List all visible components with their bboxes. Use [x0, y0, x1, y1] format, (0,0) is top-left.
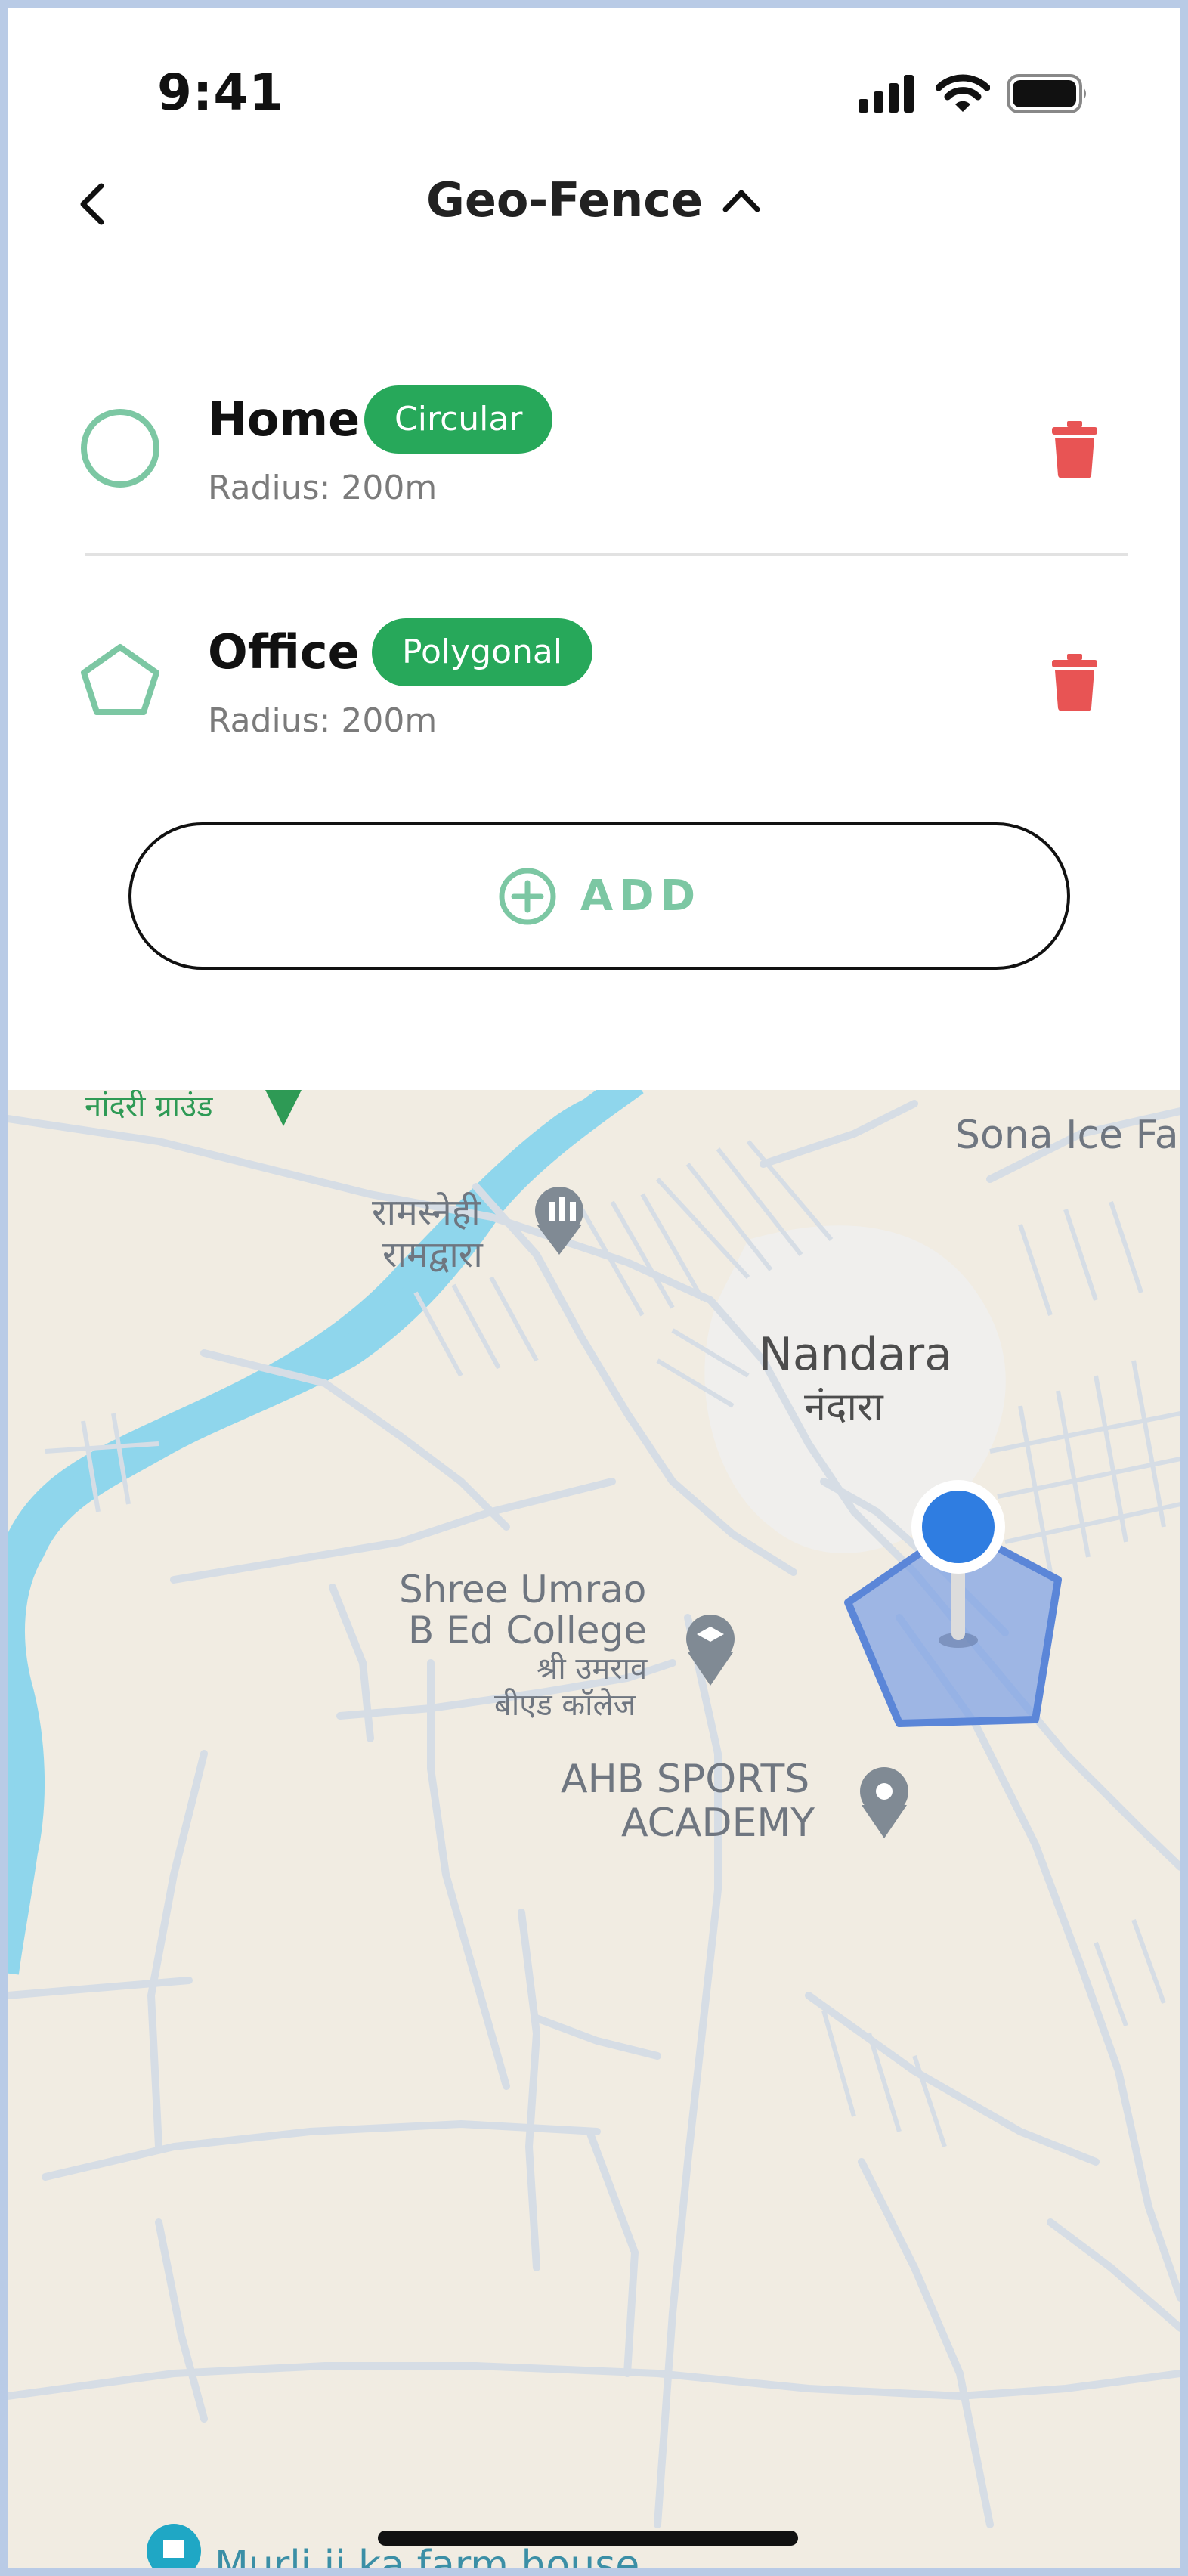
map-label-college-hindi: श्री उमराव [537, 1652, 648, 1686]
map-label-farmhouse: Murli ji ka farm house [215, 2543, 640, 2568]
map-label-academy: AHB SPORTS [561, 1757, 810, 1802]
map-label-college-2: B Ed College [408, 1608, 647, 1652]
map-label-nandara: Nandara [759, 1328, 952, 1381]
map-label-nandara-hindi: नंदारा [804, 1385, 883, 1430]
home-indicator[interactable] [378, 2531, 798, 2546]
header: Geo-Fence [8, 159, 1180, 249]
map-label-ground: नांदरी ग्राउंड [85, 1089, 213, 1124]
status-time: 9:41 [157, 63, 285, 122]
delete-button[interactable] [1037, 641, 1112, 724]
trash-icon [1052, 654, 1097, 711]
map-label-college-hindi-2: बीएड कॉलेज [494, 1688, 636, 1723]
pentagon-icon [81, 644, 159, 715]
chevron-up-icon [722, 190, 760, 212]
geofence-radius: Radius: 200m [208, 701, 438, 740]
circle-icon [81, 409, 159, 488]
map-label-ramdwara: रामद्वारा [382, 1234, 483, 1276]
map-label-college: Shree Umrao [399, 1568, 647, 1612]
page-title: Geo-Fence [425, 172, 704, 228]
geofence-name: Home [208, 392, 360, 447]
status-bar: 9:41 [8, 8, 1180, 136]
geofence-item-office[interactable]: Office Polygonal Radius: 200m [8, 596, 1180, 822]
trash-icon [1052, 421, 1097, 478]
battery-icon [1007, 74, 1086, 113]
geofence-type-badge[interactable]: Circular [364, 385, 553, 454]
status-icons [859, 74, 1090, 113]
add-button-label: ADD [580, 872, 702, 921]
geofence-sheet: 9:41 Geo-Fence Home Circular Radius: 200… [8, 8, 1180, 1090]
map-label-sona-ice: Sona Ice Fa [955, 1113, 1179, 1158]
cellular-signal-icon [859, 75, 914, 113]
list-divider [85, 553, 1128, 556]
map-canvas[interactable] [8, 1088, 1180, 2568]
map-label-academy-2: ACADEMY [621, 1800, 815, 1846]
map-label-ramsnehi: रामस्नेही [372, 1191, 481, 1234]
wifi-icon [936, 74, 990, 112]
geofence-radius: Radius: 200m [208, 469, 438, 507]
title-dropdown[interactable]: Geo-Fence [8, 172, 1180, 228]
geofence-type-badge[interactable]: Polygonal [372, 618, 593, 686]
add-geofence-button[interactable]: ADD [128, 822, 1070, 970]
map-view[interactable]: नांदरी ग्राउंड Sona Ice Fa रामस्नेही राम… [8, 1088, 1180, 2568]
plus-circle-icon [499, 868, 556, 924]
geofence-name: Office [208, 624, 360, 680]
app-screen: नांदरी ग्राउंड Sona Ice Fa रामस्नेही राम… [8, 8, 1180, 2568]
delete-button[interactable] [1037, 408, 1112, 491]
